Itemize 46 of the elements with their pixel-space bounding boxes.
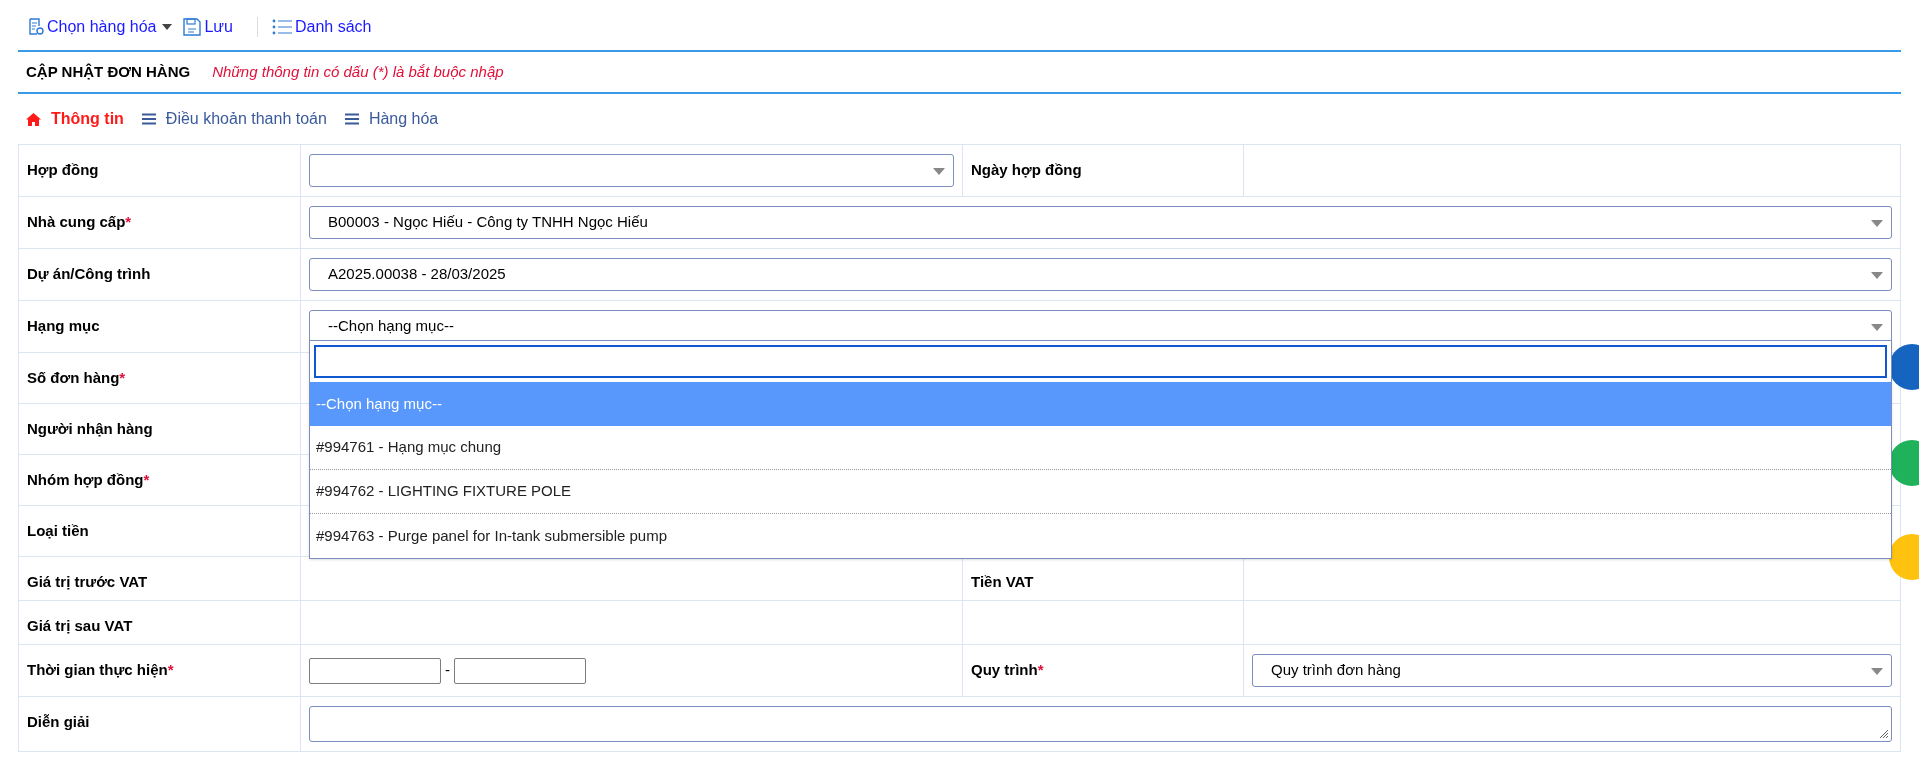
- caret-icon: [1871, 668, 1883, 675]
- field-label: Dự án/Công trình: [27, 264, 151, 284]
- textarea-field[interactable]: [309, 706, 1892, 742]
- select-field[interactable]: [309, 154, 954, 187]
- date-input[interactable]: [454, 657, 586, 684]
- field-label: Giá trị trước VAT: [27, 572, 148, 592]
- field-label: Tiền VAT: [971, 572, 1034, 592]
- page-title: CẬP NHẬT ĐƠN HÀNG: [26, 61, 191, 82]
- field-label: Ngày hợp đồng: [971, 160, 1082, 180]
- document-gear-icon: [28, 18, 44, 36]
- menu-icon: [344, 113, 359, 125]
- field-label: Loại tiền: [27, 521, 89, 541]
- list-icon: [271, 19, 292, 35]
- date-input[interactable]: [309, 657, 441, 684]
- field-label: Quy trình*: [971, 660, 1044, 680]
- dropdown-option[interactable]: #994761 - Hạng mục chung: [310, 426, 1891, 470]
- field-label: Số đơn hàng*: [27, 368, 126, 388]
- field-label: Nhà cung cấp*: [27, 212, 132, 232]
- field-label: Hạng mục: [27, 316, 100, 336]
- select-field[interactable]: A2025.00038 - 28/03/2025: [309, 258, 1892, 291]
- dropdown-option[interactable]: #994763 - Purge panel for In-tank submersible pump: [310, 514, 1891, 558]
- field-label: Nhóm hợp đồng*: [27, 470, 150, 490]
- field-label: Hợp đồng: [27, 160, 99, 180]
- field-label: Thời gian thực hiện*: [27, 660, 174, 680]
- tab[interactable]: Hàng hóa: [344, 107, 439, 131]
- toolbar-button[interactable]: Danh sách: [271, 15, 372, 39]
- toolbar-button[interactable]: Chọn hàng hóa: [28, 15, 174, 39]
- home-icon: [26, 112, 41, 126]
- caret-icon: [1871, 272, 1883, 279]
- toolbar-button[interactable]: Lưu: [183, 15, 233, 39]
- select-field[interactable]: Quy trình đơn hàng: [1252, 654, 1892, 687]
- menu-icon: [141, 113, 156, 125]
- caret-icon: [933, 168, 945, 175]
- field-label: Người nhận hàng: [27, 419, 153, 439]
- date-separator: -: [445, 660, 450, 681]
- required-note: Những thông tin có dấu (*) là bắt buộc nhập: [212, 61, 504, 82]
- tab[interactable]: Điều khoản thanh toán: [141, 107, 327, 131]
- select-field[interactable]: B00003 - Ngọc Hiếu - Công ty TNHH Ngọc Hiếu: [309, 206, 1892, 239]
- resize-handle-icon: [1879, 729, 1889, 739]
- dropdown-option[interactable]: #994762 - LIGHTING FIXTURE POLE: [310, 470, 1891, 514]
- field-label: Giá trị sau VAT: [27, 616, 133, 636]
- caret-icon: [1871, 324, 1883, 331]
- field-label: Diễn giải: [27, 712, 90, 732]
- search-field[interactable]: [314, 345, 1887, 378]
- caret-icon: [1871, 220, 1883, 227]
- tab[interactable]: Thông tin: [26, 107, 124, 131]
